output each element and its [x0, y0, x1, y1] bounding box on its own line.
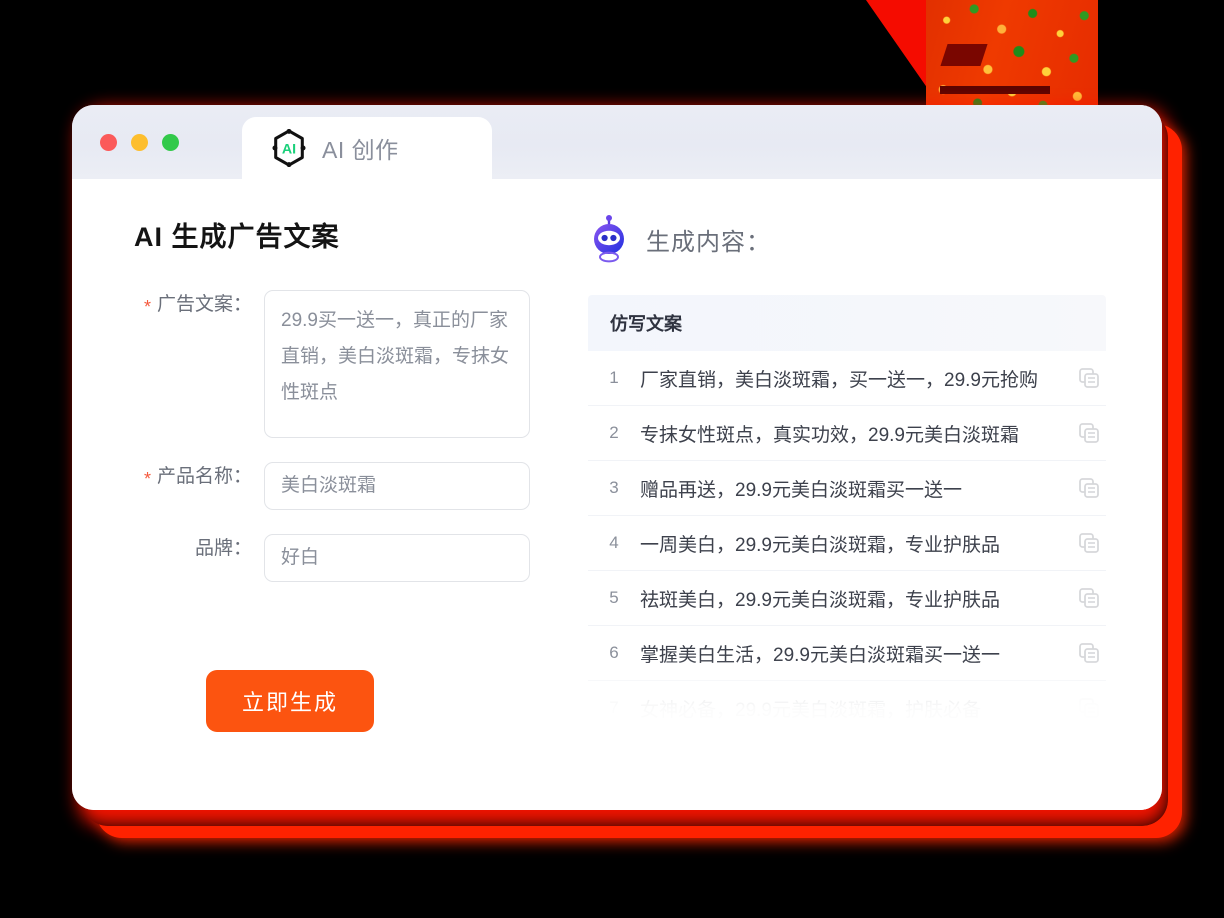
table-row[interactable]: 7 女神必备，29.9元美白淡斑霜，护肤必备: [588, 681, 1106, 729]
table-row[interactable]: 6 掌握美白生活，29.9元美白淡斑霜买一送一: [588, 626, 1106, 681]
field-ad-copy: * 广告文案： 29.9买一送一，真正的厂家直销，美白淡斑霜，专抹女性斑点: [134, 290, 572, 438]
brand-input[interactable]: 好白: [264, 534, 530, 582]
row-text: 掌握美白生活，29.9元美白淡斑霜买一送一: [640, 644, 1000, 666]
field-label-brand: * 品牌：: [134, 534, 264, 564]
row-number: 6: [609, 643, 619, 662]
row-text: 厂家直销，美白淡斑霜，买一送一，29.9元抢购: [640, 369, 1038, 391]
results-header: 生成内容：: [588, 215, 1106, 263]
close-button[interactable]: [100, 133, 117, 151]
decorative-texture-block: [926, 0, 1098, 112]
results-table: 仿写文案 1 厂家直销，美白淡斑霜，买一送一，29.9元抢购 2 专抹女性斑点，…: [588, 295, 1106, 729]
row-text: 赠品再送，29.9元美白淡斑霜买一送一: [640, 479, 962, 501]
ad-copy-textarea[interactable]: 29.9买一送一，真正的厂家直销，美白淡斑霜，专抹女性斑点: [264, 290, 530, 438]
row-number: 3: [609, 478, 619, 497]
row-text: 女神必备，29.9元美白淡斑霜，护肤必备: [640, 699, 981, 721]
field-brand: * 品牌： 好白: [134, 534, 572, 582]
table-row[interactable]: 1 厂家直销，美白淡斑霜，买一送一，29.9元抢购: [588, 351, 1106, 406]
minimize-button[interactable]: [131, 133, 148, 151]
robot-icon: [594, 215, 624, 263]
copy-icon[interactable]: [1078, 367, 1100, 389]
generate-button[interactable]: 立即生成: [206, 670, 374, 732]
results-table-header: 仿写文案: [588, 295, 1106, 351]
form-panel: AI 生成广告文案 * 广告文案： 29.9买一送一，真正的厂家直销，美白淡斑霜…: [72, 215, 572, 810]
row-text: 一周美白，29.9元美白淡斑霜，专业护肤品: [640, 534, 1000, 556]
results-rows: 1 厂家直销，美白淡斑霜，买一送一，29.9元抢购 2 专抹女性斑点，真实功效，…: [588, 351, 1106, 729]
copy-icon[interactable]: [1078, 422, 1100, 444]
page-title: AI 生成广告文案: [134, 222, 340, 252]
screenshot-stage: AI AI 创作 AI 生成广告文案 * 广告文案： 29.9买一送一，真正的厂…: [0, 0, 1224, 918]
required-asterisk: *: [144, 469, 152, 489]
field-product-name: * 产品名称： 美白淡斑霜: [134, 462, 572, 510]
decorative-dark-shape: [940, 44, 988, 66]
app-window: AI AI 创作 AI 生成广告文案 * 广告文案： 29.9买一送一，真正的厂…: [72, 105, 1162, 810]
window-body: AI 生成广告文案 * 广告文案： 29.9买一送一，真正的厂家直销，美白淡斑霜…: [72, 179, 1162, 810]
row-number: 1: [609, 368, 619, 387]
row-number: 5: [609, 588, 619, 607]
table-row[interactable]: 5 祛斑美白，29.9元美白淡斑霜，专业护肤品: [588, 571, 1106, 626]
results-title: 生成内容：: [646, 228, 771, 256]
copy-icon[interactable]: [1078, 642, 1100, 664]
decorative-bar: [940, 86, 1050, 94]
copy-icon[interactable]: [1078, 532, 1100, 554]
maximize-button[interactable]: [162, 133, 179, 151]
table-row[interactable]: 2 专抹女性斑点，真实功效，29.9元美白淡斑霜: [588, 406, 1106, 461]
traffic-lights: [100, 133, 179, 151]
copy-icon[interactable]: [1078, 477, 1100, 499]
row-number: 4: [609, 533, 619, 552]
row-text: 专抹女性斑点，真实功效，29.9元美白淡斑霜: [640, 424, 1019, 446]
svg-text:AI: AI: [282, 142, 296, 158]
field-label-product-name: * 产品名称：: [134, 462, 264, 492]
field-label-ad-copy: * 广告文案：: [134, 290, 264, 320]
row-number: 2: [609, 423, 619, 442]
field-label-text: 产品名称：: [156, 466, 252, 487]
row-number: 7: [609, 698, 619, 717]
decorative-graphic: [866, 0, 1098, 112]
copy-icon[interactable]: [1078, 697, 1100, 719]
results-panel: 生成内容： 仿写文案 1 厂家直销，美白淡斑霜，买一送一，29.9元抢购 2 专…: [572, 215, 1162, 810]
decorative-triangle: [866, 0, 944, 112]
title-bar: AI AI 创作: [72, 105, 1162, 179]
field-label-text: 品牌：: [194, 538, 252, 559]
tab-label: AI 创作: [322, 137, 399, 163]
field-label-text: 广告文案：: [156, 294, 252, 315]
table-row[interactable]: 4 一周美白，29.9元美白淡斑霜，专业护肤品: [588, 516, 1106, 571]
table-row[interactable]: 3 赠品再送，29.9元美白淡斑霜买一送一: [588, 461, 1106, 516]
product-name-input[interactable]: 美白淡斑霜: [264, 462, 530, 510]
required-asterisk: *: [144, 297, 152, 317]
ai-hexagon-logo-icon: AI: [272, 129, 306, 167]
tab-ai-creation[interactable]: AI AI 创作: [242, 117, 492, 179]
row-text: 祛斑美白，29.9元美白淡斑霜，专业护肤品: [640, 589, 1000, 611]
copy-icon[interactable]: [1078, 587, 1100, 609]
